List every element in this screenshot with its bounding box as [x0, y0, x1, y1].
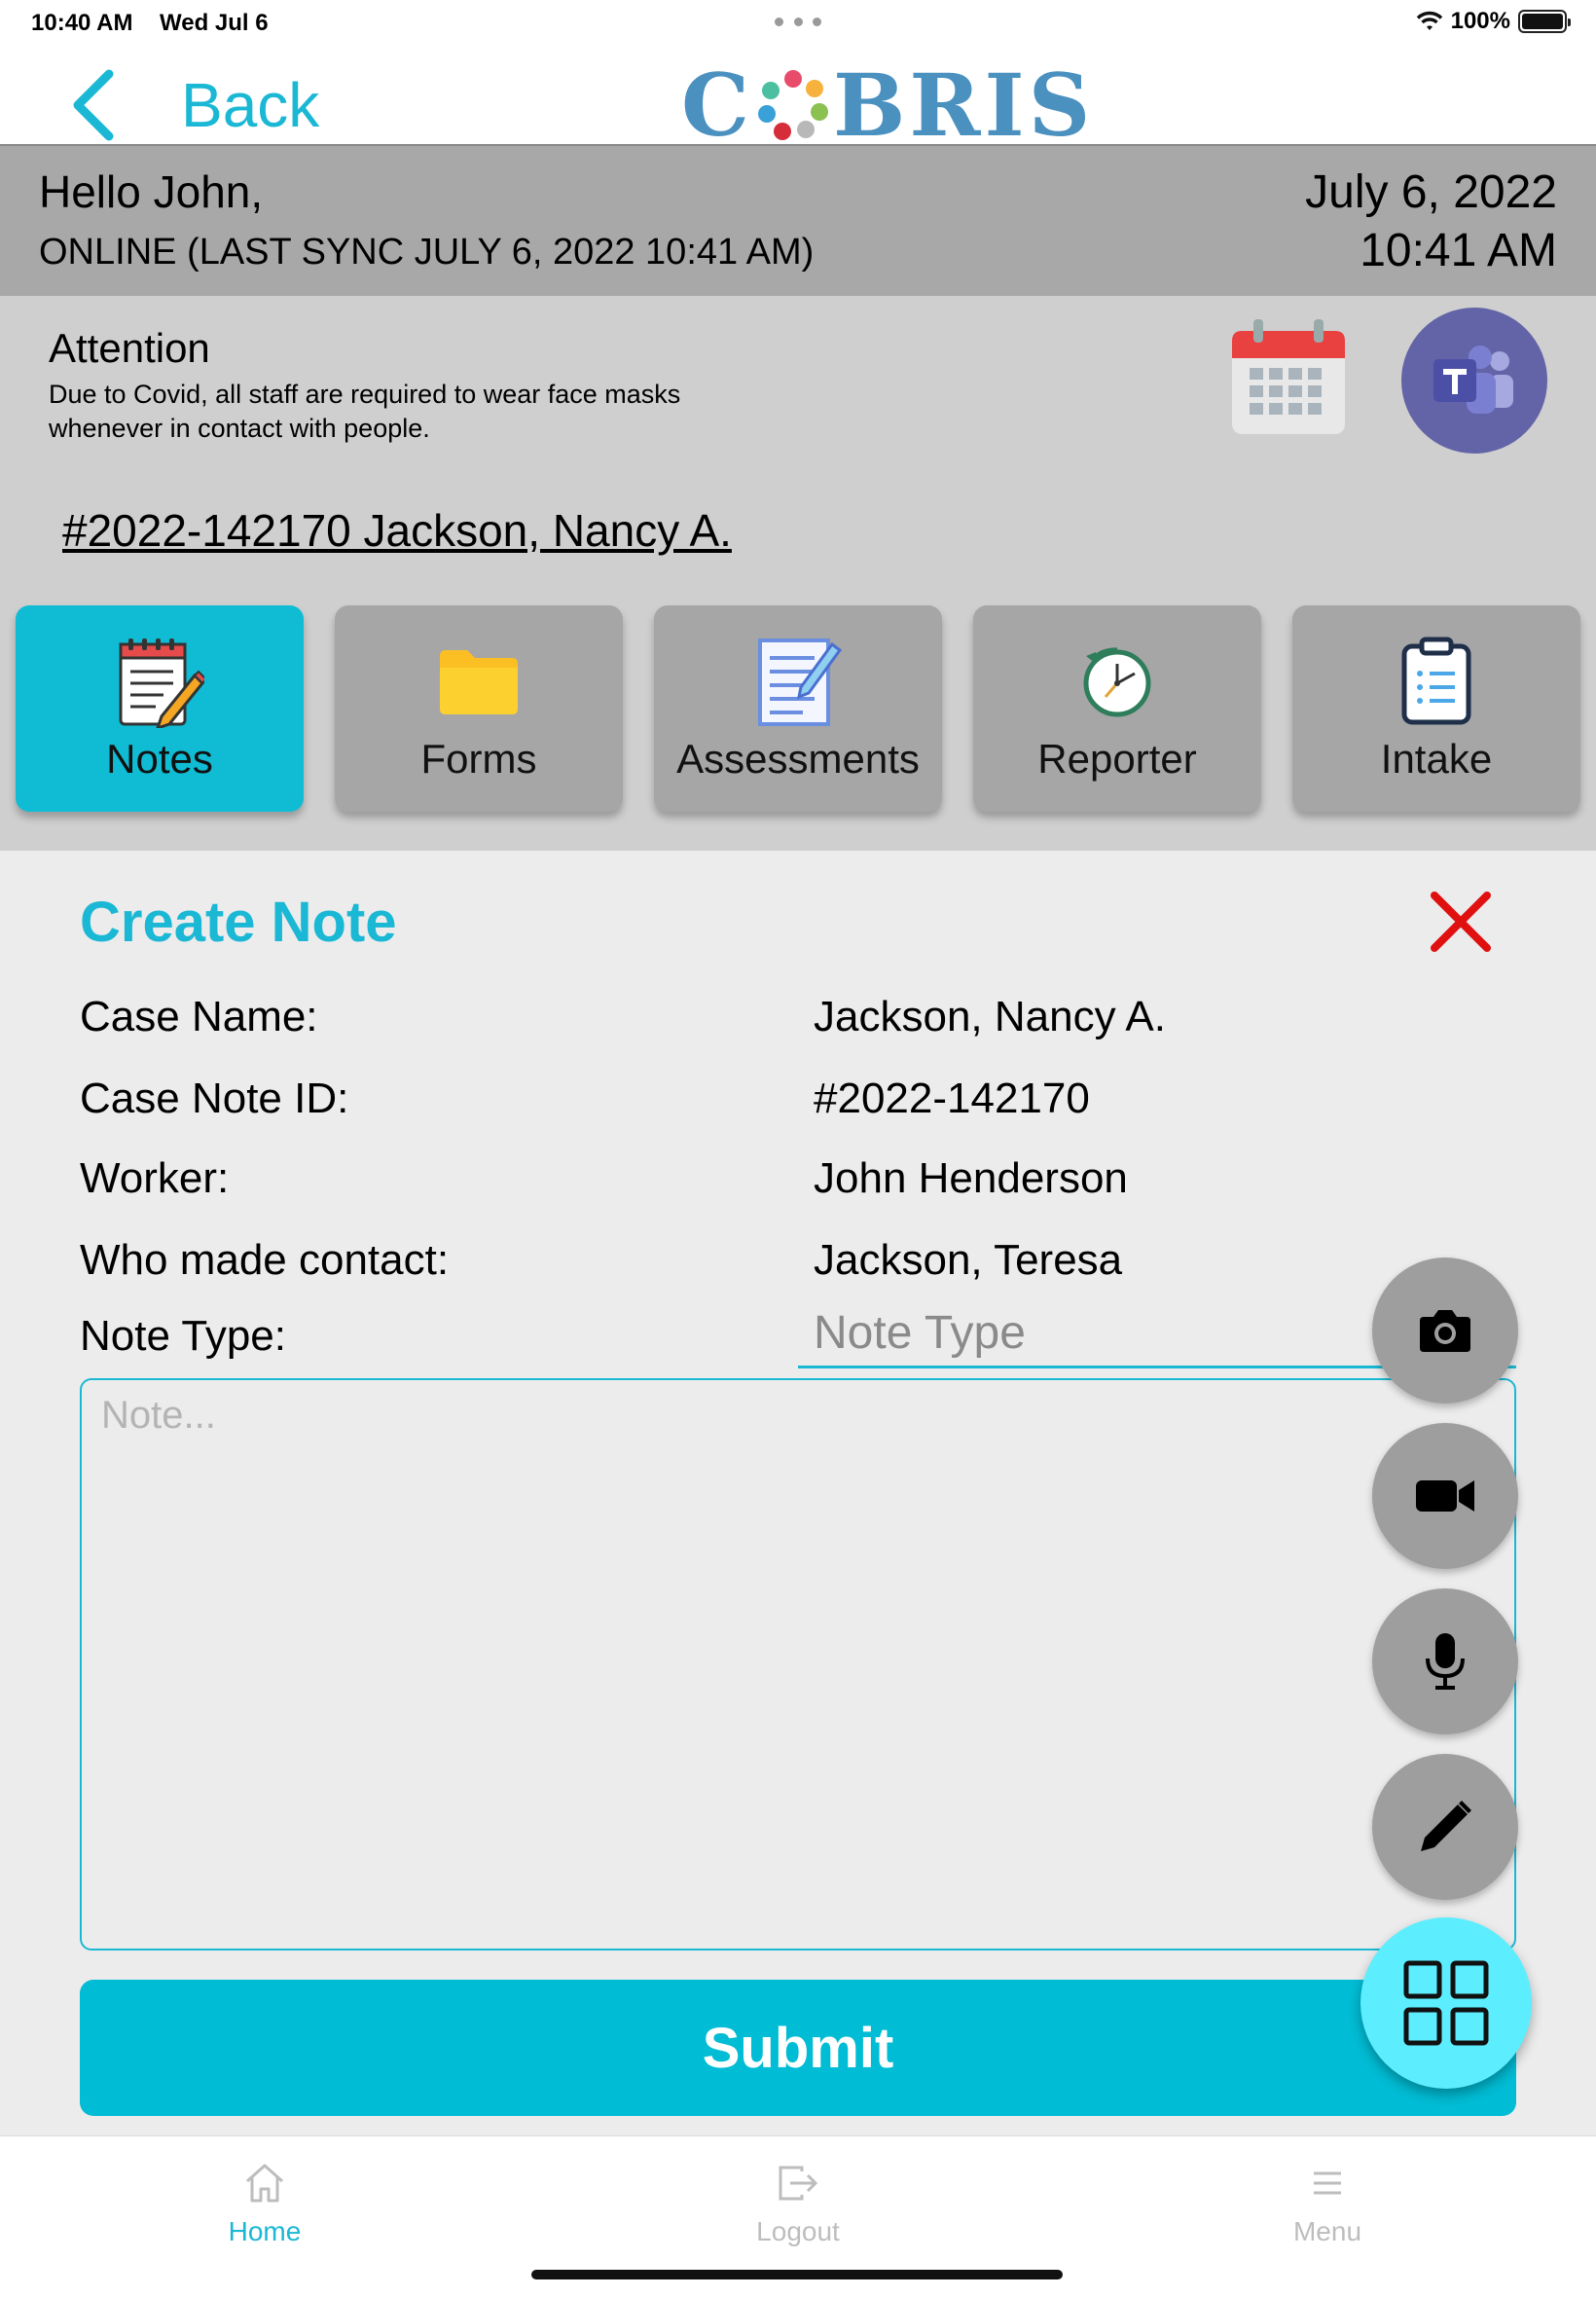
tile-label: Reporter [1037, 736, 1197, 782]
contact-value: Jackson, Teresa [814, 1236, 1123, 1284]
tile-label: Forms [420, 736, 537, 782]
tab-label: Home [228, 2216, 302, 2246]
menu-icon [1314, 2171, 1341, 2195]
wifi-icon [1416, 11, 1442, 30]
tile-label: Intake [1380, 736, 1493, 782]
tile-notes[interactable]: Notes [16, 605, 304, 812]
cobris-logo: C BRIS [681, 55, 1094, 156]
top-nav: Back C BRIS [0, 47, 1596, 156]
back-button[interactable]: Back [64, 68, 319, 142]
case-name-value: Jackson, Nancy A. [814, 993, 1166, 1040]
current-time: 10:41 AM [1360, 225, 1557, 276]
camera-icon [1420, 1310, 1470, 1352]
clock-icon [1083, 647, 1151, 717]
back-label: Back [181, 70, 320, 140]
create-note-panel: Create Note Case Name: Jackson, Nancy A.… [0, 851, 1596, 2135]
module-tiles: Notes Forms Assessments Reporter Intake [16, 605, 1580, 812]
contact-label: Who made contact: [80, 1236, 450, 1284]
attention-message: Due to Covid, all staff are required to … [49, 380, 681, 443]
case-note-id-value: #2022-142170 [814, 1075, 1090, 1122]
grid-menu-button[interactable] [1360, 1917, 1532, 2089]
greeting-text: Hello John, [39, 166, 264, 217]
note-type-label: Note Type: [80, 1312, 286, 1360]
microphone-button[interactable] [1372, 1588, 1518, 1734]
logout-icon [779, 2166, 818, 2201]
attention-title: Attention [49, 325, 210, 371]
logo-flower-icon [758, 70, 829, 140]
camera-button[interactable] [1372, 1258, 1518, 1404]
status-indicators: 100% [1416, 8, 1571, 35]
clipboard-icon [1401, 637, 1471, 725]
battery-percentage: 100% [1450, 8, 1510, 34]
pencil-icon [1421, 1801, 1471, 1851]
greeting-band: Hello John, ONLINE (LAST SYNC JULY 6, 20… [0, 144, 1596, 296]
worker-label: Worker: [80, 1154, 230, 1202]
tile-label: Assessments [676, 736, 920, 782]
note-textarea[interactable] [80, 1378, 1516, 1951]
teams-icon[interactable] [1401, 308, 1547, 454]
tile-assessments[interactable]: Assessments [654, 605, 942, 812]
tile-forms[interactable]: Forms [335, 605, 623, 812]
multitasking-dots[interactable] [775, 18, 821, 27]
case-link[interactable]: #2022-142170 Jackson, Nancy A. [62, 504, 732, 557]
status-date: Wed Jul 6 [160, 10, 269, 36]
calendar-icon[interactable] [1228, 317, 1349, 438]
create-note-title: Create Note [80, 891, 397, 954]
chevron-left-icon [73, 69, 114, 141]
home-icon [246, 2164, 283, 2203]
logo-text-right: BRIS [833, 55, 1095, 156]
folder-icon [440, 650, 518, 714]
current-date: July 6, 2022 [1305, 166, 1557, 218]
draw-button[interactable] [1372, 1754, 1518, 1900]
tab-logout[interactable]: Logout [681, 2162, 915, 2247]
tile-intake[interactable]: Intake [1292, 605, 1580, 812]
sync-status: ONLINE (LAST SYNC JULY 6, 2022 10:41 AM) [39, 232, 815, 273]
worker-value: John Henderson [814, 1154, 1128, 1202]
tab-menu[interactable]: Menu [1211, 2162, 1444, 2247]
logo-text-left: C [681, 55, 754, 156]
assessment-icon [758, 638, 842, 726]
tab-label: Logout [756, 2216, 840, 2246]
case-note-id-label: Case Note ID: [80, 1075, 349, 1122]
battery-icon [1518, 10, 1571, 33]
status-bar: 10:40 AM Wed Jul 6 100% [0, 0, 1596, 47]
tile-label: Notes [106, 736, 213, 782]
video-icon [1416, 1480, 1474, 1512]
close-icon[interactable] [1427, 888, 1495, 956]
submit-button[interactable]: Submit [80, 1980, 1516, 2116]
status-time: 10:40 AM [31, 10, 133, 36]
grid-icon [1403, 1960, 1489, 2046]
home-indicator [531, 2270, 1063, 2279]
tile-reporter[interactable]: Reporter [973, 605, 1261, 812]
case-name-label: Case Name: [80, 993, 318, 1040]
microphone-icon [1426, 1633, 1465, 1690]
info-area: Attention Due to Covid, all staff are re… [0, 296, 1596, 851]
teams-logo-icon [1433, 346, 1513, 414]
tab-home[interactable]: Home [148, 2162, 381, 2247]
tab-label: Menu [1292, 2216, 1362, 2246]
notes-icon [119, 638, 204, 728]
video-button[interactable] [1372, 1423, 1518, 1569]
